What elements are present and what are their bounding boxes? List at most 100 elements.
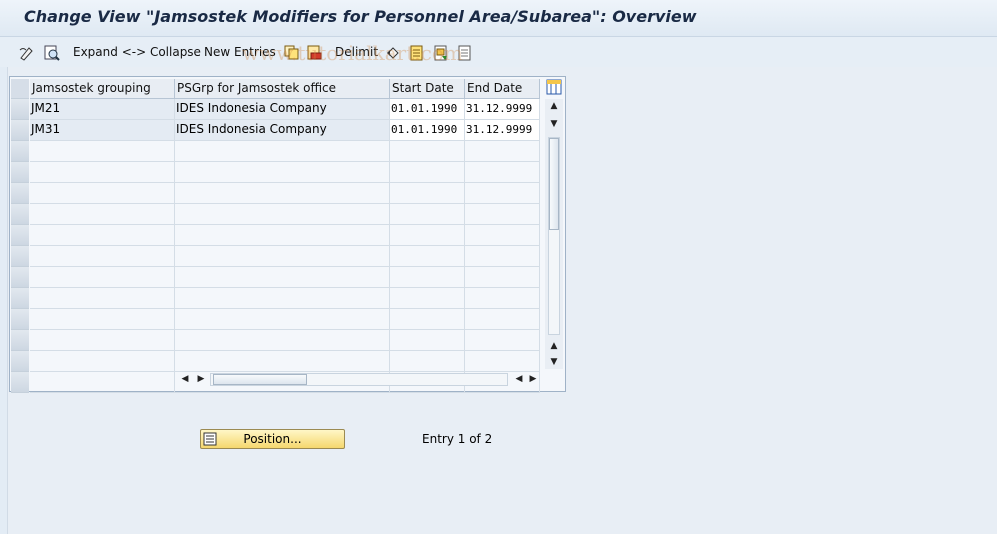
table-cell[interactable] [30,309,175,329]
delete-icon[interactable] [306,45,322,61]
table-cell[interactable] [30,246,175,266]
page-down-icon[interactable]: ▼ [549,119,559,129]
row-selector[interactable] [11,162,29,183]
table-cell[interactable] [390,351,465,371]
table-cell[interactable] [175,351,390,371]
table-cell[interactable] [390,330,465,350]
row-selector[interactable] [11,309,29,330]
table-cell[interactable]: 31.12.9999 [465,120,540,140]
page-up-icon[interactable]: ▲ [549,341,559,351]
table-cell[interactable] [30,141,175,161]
horizontal-scroll-track[interactable] [210,373,508,386]
table-cell[interactable] [390,162,465,182]
table-cell[interactable] [175,330,390,350]
column-header-psgrp[interactable]: PSGrp for Jamsostek office [175,79,390,99]
column-header-jamsostek-grouping[interactable]: Jamsostek grouping [30,79,175,99]
table-cell[interactable]: JM31 [30,120,175,140]
table-cell[interactable] [175,267,390,287]
data-grid: Jamsostek grouping PSGrp for Jamsostek o… [30,79,540,393]
table-cell[interactable] [465,351,540,371]
table-cell[interactable] [390,225,465,245]
table-cell[interactable] [175,183,390,203]
table-cell[interactable] [465,330,540,350]
table-cell[interactable] [30,225,175,245]
scroll-up-icon[interactable]: ▲ [549,101,559,111]
column-header-end-date[interactable]: End Date [465,79,540,99]
undo-icon[interactable] [385,45,401,61]
row-selector[interactable] [11,204,29,225]
scroll-left-icon[interactable]: ◀ [180,373,190,385]
row-selector[interactable] [11,183,29,204]
select-all-icon[interactable] [409,45,425,61]
table-cell[interactable]: 01.01.1990 [390,99,465,119]
table-cell[interactable] [175,225,390,245]
row-selector[interactable] [11,225,29,246]
edit-toggle-icon[interactable] [19,45,35,61]
table-cell[interactable]: IDES Indonesia Company [175,99,390,119]
vertical-scroll-thumb[interactable] [549,138,559,230]
table-cell[interactable] [465,204,540,224]
table-cell[interactable] [390,267,465,287]
table-cell[interactable] [175,309,390,329]
table-cell[interactable] [465,162,540,182]
table-cell[interactable] [175,141,390,161]
expand-collapse-button[interactable]: Expand <-> Collapse [73,45,201,61]
table-cell[interactable] [390,204,465,224]
select-all-rows-button[interactable] [11,79,29,99]
scroll-right-small-icon[interactable]: ▶ [196,373,206,385]
table-cell[interactable] [390,183,465,203]
table-cell[interactable] [30,372,175,392]
delimit-button[interactable]: Delimit [335,45,378,61]
new-entries-button[interactable]: New Entries [204,45,276,61]
table-cell[interactable] [465,183,540,203]
table-cell[interactable] [465,288,540,308]
scroll-left-end-icon[interactable]: ◀ [514,373,524,385]
table-cell[interactable] [465,267,540,287]
table-cell[interactable] [465,309,540,329]
table-cell[interactable] [30,267,175,287]
table-cell[interactable] [390,141,465,161]
table-cell[interactable]: 31.12.9999 [465,99,540,119]
row-selector[interactable] [11,372,29,393]
table-cell[interactable]: 01.01.1990 [390,120,465,140]
horizontal-scrollbar[interactable]: ◀ ▶ ◀ ▶ [180,371,538,387]
table-cell[interactable] [30,204,175,224]
horizontal-scroll-thumb[interactable] [213,374,307,385]
row-selector[interactable] [11,120,29,141]
copy-icon[interactable] [284,45,300,61]
table-cell[interactable] [30,162,175,182]
row-selector[interactable] [11,246,29,267]
row-selector[interactable] [11,99,29,120]
row-selector[interactable] [11,351,29,372]
table-cell[interactable] [30,351,175,371]
table-cell[interactable] [390,309,465,329]
position-button[interactable]: Position... [200,429,345,449]
table-settings-icon[interactable] [546,79,562,95]
deselect-all-icon[interactable] [457,45,473,61]
vertical-scroll-track[interactable] [548,137,560,335]
table-cell[interactable] [175,288,390,308]
table-cell[interactable]: JM21 [30,99,175,119]
scroll-down-icon[interactable]: ▼ [549,357,559,367]
scroll-right-icon[interactable]: ▶ [528,373,538,385]
select-block-icon[interactable] [433,45,449,61]
vertical-scrollbar[interactable]: ▲ ▼ ▲ ▼ [545,99,563,369]
row-selector[interactable] [11,141,29,162]
table-cell[interactable] [175,162,390,182]
table-cell[interactable] [390,288,465,308]
column-header-start-date[interactable]: Start Date [390,79,465,99]
row-selector[interactable] [11,267,29,288]
table-cell[interactable] [465,141,540,161]
detail-view-icon[interactable] [44,45,60,61]
table-cell[interactable] [30,288,175,308]
table-cell[interactable] [30,183,175,203]
table-cell[interactable] [175,204,390,224]
row-selector[interactable] [11,330,29,351]
table-cell[interactable] [175,246,390,266]
table-cell[interactable] [390,246,465,266]
table-cell[interactable] [465,246,540,266]
table-cell[interactable]: IDES Indonesia Company [175,120,390,140]
table-cell[interactable] [30,330,175,350]
row-selector[interactable] [11,288,29,309]
table-cell[interactable] [465,225,540,245]
